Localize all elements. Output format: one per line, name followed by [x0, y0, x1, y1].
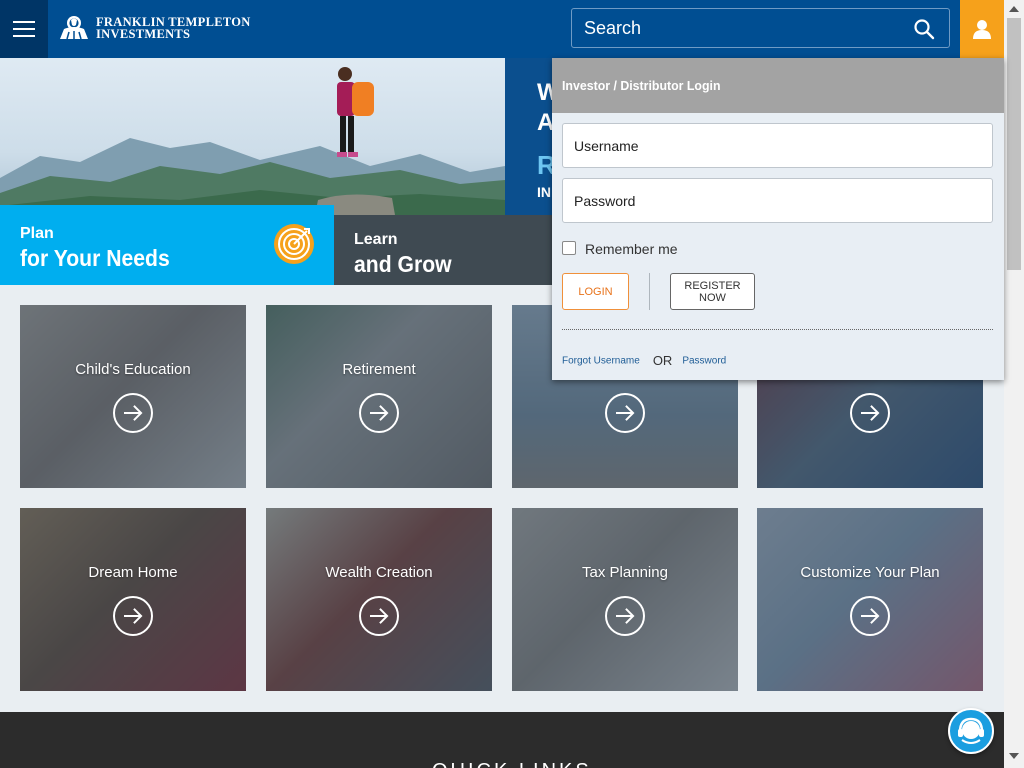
card-wealth-creation[interactable]: Wealth Creation: [266, 508, 492, 691]
card-customize-your-plan[interactable]: Customize Your Plan: [757, 508, 983, 691]
username-field[interactable]: [562, 123, 993, 168]
remember-me-checkbox[interactable]: [562, 241, 576, 255]
card-title: Wealth Creation: [325, 564, 433, 581]
login-dropdown-panel: Investor / Distributor Login Remember me…: [552, 58, 1004, 380]
quick-links-section: QUICK LINKS: [0, 712, 1004, 768]
hamburger-icon: [13, 21, 35, 23]
target-icon: [274, 224, 314, 264]
login-panel-header: Investor / Distributor Login: [552, 58, 1004, 113]
card-title: Tax Planning: [582, 564, 668, 581]
search-input[interactable]: [572, 9, 902, 47]
scroll-thumb[interactable]: [1007, 18, 1021, 270]
arrow-right-icon[interactable]: [359, 393, 399, 433]
login-panel-title: Investor / Distributor Login: [562, 78, 721, 93]
user-login-button[interactable]: [960, 0, 1004, 58]
chat-support-icon: [958, 717, 984, 744]
plan-tab-small-label: Plan: [20, 225, 54, 242]
forgot-username-link[interactable]: Forgot Username: [562, 355, 640, 366]
forgot-password-link[interactable]: Password: [682, 355, 726, 366]
franklin-templeton-logo[interactable]: FRANKLIN TEMPLETON INVESTMENTS: [58, 14, 254, 44]
hamburger-icon-line: [13, 35, 35, 37]
remember-me-label: Remember me: [585, 241, 678, 257]
top-header: FRANKLIN TEMPLETON INVESTMENTS: [0, 0, 1004, 58]
password-field[interactable]: [562, 178, 993, 223]
card-retirement[interactable]: Retirement: [266, 305, 492, 488]
register-now-button[interactable]: REGISTER NOW: [670, 273, 755, 310]
card-title: Child's Education: [75, 361, 191, 378]
hero-headline-line-4: IN: [537, 184, 551, 200]
card-dream-home[interactable]: Dream Home: [20, 508, 246, 691]
arrow-right-icon[interactable]: [113, 596, 153, 636]
quick-links-title: QUICK LINKS: [432, 760, 592, 768]
page-scrollbar[interactable]: [1004, 0, 1024, 768]
scroll-down-arrow-icon[interactable]: [1009, 753, 1019, 759]
arrow-right-icon[interactable]: [850, 596, 890, 636]
arrow-right-icon[interactable]: [359, 596, 399, 636]
hamburger-icon-line: [13, 28, 35, 30]
dotted-divider: [562, 329, 993, 330]
arrow-right-icon[interactable]: [850, 393, 890, 433]
card-title: Retirement: [342, 361, 416, 378]
card-title: Customize Your Plan: [800, 564, 940, 581]
scroll-up-arrow-icon[interactable]: [1009, 6, 1019, 12]
search-box: [571, 8, 950, 48]
forgot-links-row: Forgot Username OR Password: [562, 352, 726, 370]
logo-emblem-icon: [60, 16, 88, 40]
plan-tab-big-label: for Your Needs: [20, 245, 170, 271]
card-title: Dream Home: [88, 564, 178, 581]
arrow-right-icon[interactable]: [605, 596, 645, 636]
search-icon[interactable]: [913, 18, 935, 40]
brand-line-2: INVESTMENTS: [96, 27, 191, 41]
arrow-right-icon[interactable]: [113, 393, 153, 433]
card-childs-education[interactable]: Child's Education: [20, 305, 246, 488]
user-icon: [973, 20, 991, 39]
or-separator: OR: [652, 353, 673, 369]
arrow-right-icon[interactable]: [605, 393, 645, 433]
hero-image: [0, 58, 505, 215]
login-button[interactable]: LOGIN: [562, 273, 629, 310]
hiker-mountains-image: [0, 67, 505, 215]
learn-tab-big-label: and Grow: [354, 251, 452, 277]
card-tax-planning[interactable]: Tax Planning: [512, 508, 738, 691]
button-divider: [649, 273, 650, 310]
logo-text: FRANKLIN TEMPLETON INVESTMENTS: [96, 16, 251, 41]
hamburger-menu-button[interactable]: [0, 0, 48, 58]
learn-tab-small-label: Learn: [354, 231, 398, 248]
plan-for-your-needs-tab[interactable]: Plan for Your Needs: [0, 205, 334, 285]
chat-support-button[interactable]: [948, 708, 994, 754]
